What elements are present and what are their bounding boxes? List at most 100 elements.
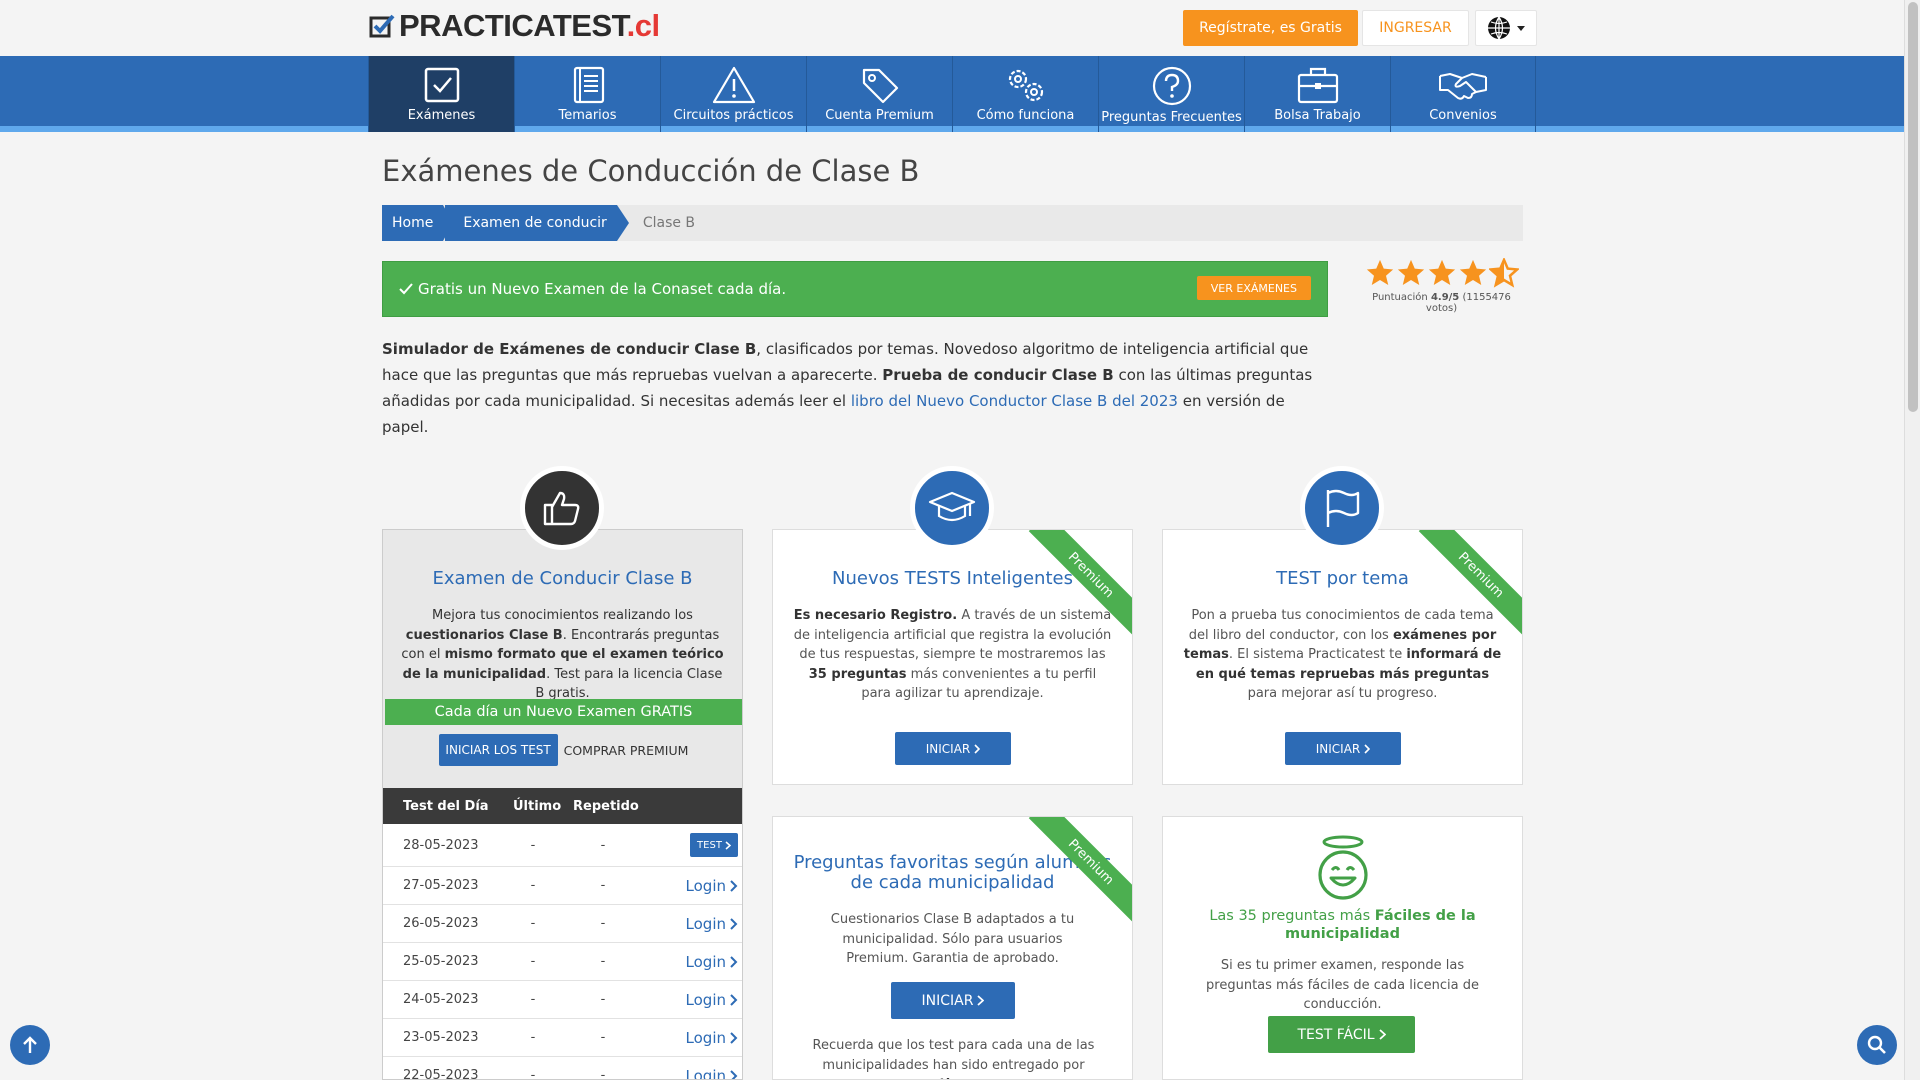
chevron-right-icon xyxy=(1378,1029,1386,1040)
logo[interactable]: PRACTICATEST.cl xyxy=(369,8,660,43)
login-link[interactable]: Login xyxy=(686,915,738,933)
buy-premium-link[interactable]: COMPRAR PREMIUM xyxy=(564,743,689,758)
check-icon xyxy=(399,283,413,295)
table-row: 24-05-2023- - Login xyxy=(383,981,742,1019)
rating-stars xyxy=(1360,258,1523,288)
top-bar: PRACTICATEST.cl Regístrate, es Gratis IN… xyxy=(0,0,1904,56)
login-button[interactable]: INGRESAR xyxy=(1362,10,1469,46)
nav-label: Convenios xyxy=(1429,108,1497,123)
logo-check-icon xyxy=(369,14,395,38)
chevron-right-icon xyxy=(725,840,731,850)
nav-item-convenios[interactable]: Convenios xyxy=(1390,56,1536,132)
login-link[interactable]: Login xyxy=(686,1029,738,1047)
topic-test-start-button[interactable]: INICIAR xyxy=(1285,732,1401,765)
exam-card-title: Examen de Conducir Clase B xyxy=(432,568,693,589)
checkbox-icon xyxy=(424,67,459,103)
table-row: 27-05-2023- - Login xyxy=(383,867,742,905)
breadcrumb-exam[interactable]: Examen de conducir xyxy=(445,205,630,241)
graduation-badge xyxy=(910,466,994,550)
thumbs-up-icon xyxy=(543,491,580,526)
login-link[interactable]: Login xyxy=(686,991,738,1009)
table-row: 26-05-2023- - Login xyxy=(383,905,742,943)
chevron-right-icon xyxy=(974,743,981,754)
star-icon xyxy=(1459,259,1486,285)
libro-link[interactable]: libro del Nuevo Conductor Clase B del 20… xyxy=(851,392,1178,410)
breadcrumb-home[interactable]: Home xyxy=(382,205,454,241)
test-button[interactable]: TEST xyxy=(690,833,738,857)
nav-label: Cuenta Premium xyxy=(825,108,934,123)
scrollbar-thumb[interactable] xyxy=(1908,2,1918,412)
rating: Puntuación 4.9/5 (1155476 votos) xyxy=(1360,258,1523,314)
search-button[interactable] xyxy=(1857,1025,1897,1065)
table-row: 23-05-2023- - Login xyxy=(383,1019,742,1057)
daily-free-bar: Cada día un Nuevo Examen GRATIS xyxy=(385,699,742,725)
daily-exam-alert: Gratis un Nuevo Examen de la Conaset cad… xyxy=(382,261,1328,317)
gears-icon xyxy=(1008,69,1043,102)
chevron-right-icon xyxy=(730,955,738,968)
angel-smile-icon xyxy=(1317,835,1368,900)
nav-label: Bolsa Trabajo xyxy=(1274,108,1361,123)
col-repetido: Repetido xyxy=(573,798,639,814)
exam-card: Examen de Conducir Clase B Mejora tus co… xyxy=(382,529,743,1080)
logo-suffix: .cl xyxy=(626,8,660,43)
chevron-right-icon xyxy=(1364,743,1371,754)
main-nav: Exámenes Temarios Circuitos prácticos Cu… xyxy=(0,56,1904,132)
star-icon xyxy=(1397,259,1424,285)
scrollbar[interactable] xyxy=(1904,0,1920,1080)
graduation-cap-icon xyxy=(928,491,976,522)
start-tests-button[interactable]: INICIAR LOS TEST xyxy=(438,734,558,766)
nav-item-examenes[interactable]: Exámenes xyxy=(368,56,514,132)
thumbs-up-badge xyxy=(520,466,604,550)
nav-label: Temarios xyxy=(558,108,617,123)
intro-bold-1: Simulador de Exámenes de conducir Clase … xyxy=(382,340,757,358)
smart-tests-start-button[interactable]: INICIAR xyxy=(895,732,1011,765)
star-icon xyxy=(1366,259,1393,285)
nav-item-bolsa-trabajo[interactable]: Bolsa Trabajo xyxy=(1244,56,1390,132)
nav-item-temarios[interactable]: Temarios xyxy=(514,56,660,132)
language-button[interactable] xyxy=(1475,10,1537,46)
favorites-card: Premium Preguntas favoritas según alumno… xyxy=(772,816,1133,1080)
page-title: Exámenes de Conducción de Clase B xyxy=(382,154,920,188)
scroll-top-button[interactable] xyxy=(10,1025,50,1065)
alert-text: Gratis un Nuevo Examen de la Conaset cad… xyxy=(418,280,787,298)
login-link[interactable]: Login xyxy=(686,877,738,895)
table-row: 28-05-2023- - TEST xyxy=(383,824,742,867)
login-link[interactable]: Login xyxy=(686,1067,738,1079)
smart-tests-card: Premium Nuevos TESTS Inteligentes Es nec… xyxy=(772,529,1133,785)
topic-test-card: Premium TEST por tema Pon a prueba tus c… xyxy=(1162,529,1523,785)
search-icon xyxy=(1867,1035,1886,1054)
chevron-right-icon xyxy=(730,1069,738,1079)
book-icon xyxy=(573,66,604,104)
chevron-right-icon xyxy=(730,993,738,1006)
table-row: 25-05-2023- - Login xyxy=(383,943,742,981)
rating-prefix: Puntuación xyxy=(1372,292,1428,303)
breadcrumb: Home Examen de conducir Clase B xyxy=(382,205,1523,241)
rating-score: 4.9/5 xyxy=(1430,292,1460,303)
login-link[interactable]: Login xyxy=(686,953,738,971)
tag-icon xyxy=(862,68,898,104)
smart-tests-text: Es necesario Registro. A través de un si… xyxy=(793,608,1112,701)
easy-test-text: Si es tu primer examen, responde las pre… xyxy=(1206,958,1479,1012)
ver-examenes-button[interactable]: VER EXÁMENES xyxy=(1196,276,1311,300)
intro-text: Simulador de Exámenes de conducir Clase … xyxy=(382,336,1328,440)
nav-label: Circuitos prácticos xyxy=(673,108,794,123)
caret-down-icon xyxy=(1517,25,1525,31)
register-button[interactable]: Regístrate, es Gratis xyxy=(1183,10,1358,46)
easy-test-card: Las 35 preguntas más Fáciles de la munic… xyxy=(1162,816,1523,1080)
warning-icon xyxy=(712,66,755,104)
briefcase-icon xyxy=(1297,67,1338,104)
favorites-text: Cuestionarios Clase B adaptados a tu mun… xyxy=(830,912,1075,966)
easy-test-button[interactable]: TEST FÁCIL xyxy=(1268,1016,1415,1053)
favorites-title: Preguntas favoritas según alumnos de cad… xyxy=(793,852,1112,893)
question-icon xyxy=(1152,66,1191,106)
nav-item-preguntas[interactable]: Preguntas Frecuentes xyxy=(1098,56,1244,132)
table-header: Test del Día Último Repetido xyxy=(383,788,742,824)
exam-card-text: Mejora tus conocimientos realizando los … xyxy=(401,608,724,701)
globe-icon xyxy=(1488,16,1510,40)
nav-item-circuitos[interactable]: Circuitos prácticos xyxy=(660,56,806,132)
nav-item-como-funciona[interactable]: Cómo funciona xyxy=(952,56,1098,132)
nav-item-premium[interactable]: Cuenta Premium xyxy=(806,56,952,132)
favorites-start-button[interactable]: INICIAR xyxy=(891,982,1015,1019)
logo-text: PRACTICATEST xyxy=(399,8,627,43)
intro-bold-2: Prueba de conducir Clase B xyxy=(882,366,1114,384)
